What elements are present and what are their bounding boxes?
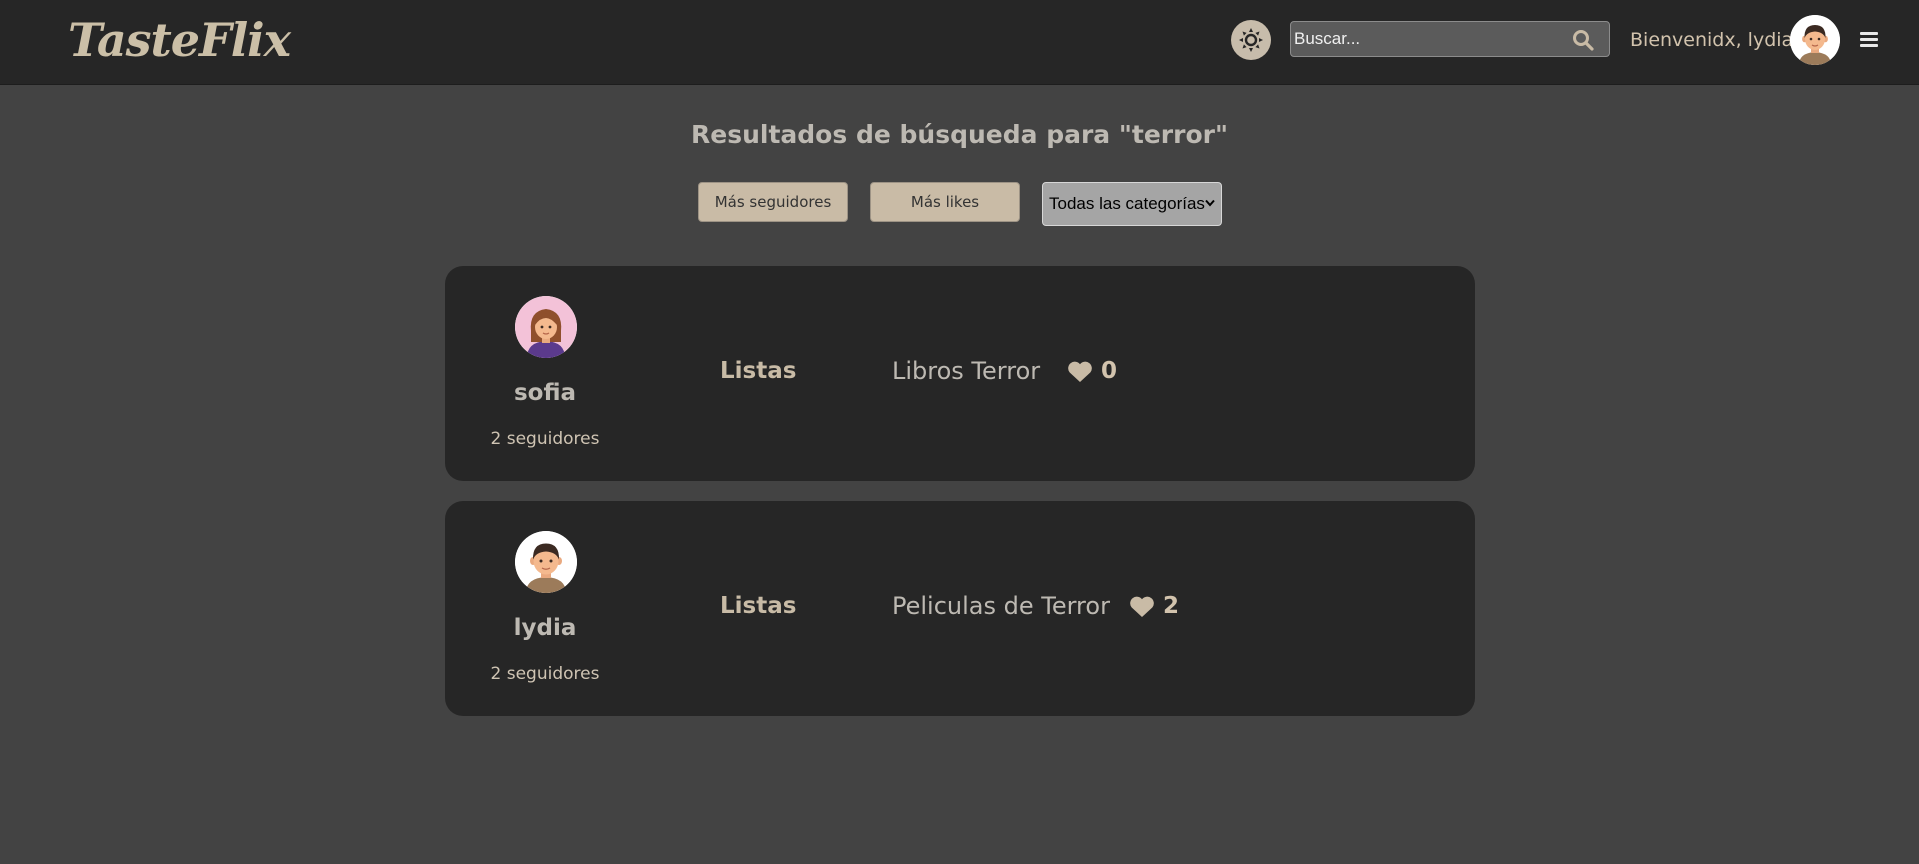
- result-list-name[interactable]: Libros Terror: [892, 356, 1040, 386]
- result-followers: 2 seguidores: [490, 664, 600, 684]
- heart-icon: [1068, 361, 1092, 382]
- result-section-label: Listas: [720, 593, 797, 619]
- theme-toggle-button[interactable]: [1231, 20, 1271, 60]
- menu-button[interactable]: [1860, 30, 1880, 50]
- result-list-name[interactable]: Peliculas de Terror: [892, 591, 1110, 621]
- search-icon: [1573, 30, 1594, 51]
- like-count: 0: [1101, 358, 1118, 384]
- user-avatar[interactable]: [515, 531, 577, 593]
- female-avatar-icon: [515, 296, 577, 358]
- result-username[interactable]: sofia: [445, 378, 645, 408]
- male-avatar-icon: [1790, 15, 1840, 65]
- user-avatar[interactable]: [515, 296, 577, 358]
- sort-followers-button[interactable]: Más seguidores: [698, 182, 848, 222]
- menu-icon-bar: [1860, 38, 1878, 41]
- category-select[interactable]: Todas las categorías: [1042, 182, 1222, 226]
- navbar: TasteFlix Bienvenidx, ly: [0, 0, 1919, 85]
- tasteflix-logo[interactable]: TasteFlix: [68, 12, 291, 68]
- result-card: lydia 2 seguidores Listas Peliculas de T…: [445, 501, 1475, 716]
- menu-icon: [1860, 32, 1878, 35]
- welcome-text: Bienvenidx, lydia: [1630, 29, 1794, 51]
- menu-icon-bar: [1860, 44, 1878, 47]
- like-button[interactable]: 2: [1129, 593, 1179, 619]
- chevron-down-icon: [1205, 199, 1215, 207]
- result-section-label: Listas: [720, 358, 797, 384]
- sun-icon: [1239, 28, 1263, 52]
- sort-likes-button[interactable]: Más likes: [870, 182, 1020, 222]
- heart-icon: [1130, 596, 1154, 617]
- like-button[interactable]: 0: [1067, 358, 1117, 384]
- user-avatar[interactable]: [1790, 15, 1840, 65]
- result-followers: 2 seguidores: [490, 429, 600, 449]
- result-username[interactable]: lydia: [445, 613, 645, 643]
- search-button[interactable]: [1571, 28, 1595, 52]
- search-input[interactable]: [1294, 22, 1564, 56]
- result-card: sofia 2 seguidores Listas Libros Terror …: [445, 266, 1475, 481]
- category-selected-value: Todas las categorías: [1049, 194, 1205, 213]
- like-count: 2: [1163, 593, 1180, 619]
- results-title: Resultados de búsqueda para "terror": [691, 120, 1228, 149]
- search-bar: [1290, 21, 1610, 57]
- male-avatar-icon: [515, 531, 577, 593]
